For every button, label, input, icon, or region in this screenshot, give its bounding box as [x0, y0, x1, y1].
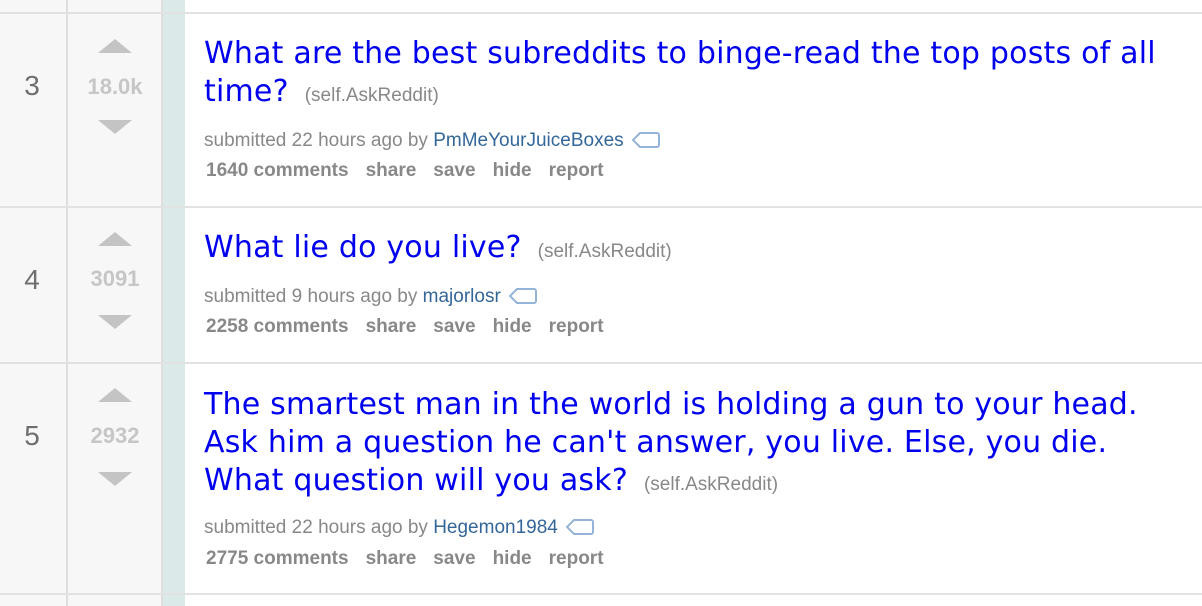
share-button[interactable]: share [366, 160, 417, 181]
post-rank: 5 [24, 420, 40, 451]
submitted-text: submitted 22 hours ago by [204, 130, 428, 151]
hide-button[interactable]: hide [493, 160, 532, 181]
user-tag-icon[interactable] [508, 288, 537, 310]
post-tagline: submitted 22 hours ago by Hegemon1984 [204, 517, 594, 541]
post-rank: 4 [24, 264, 40, 295]
post-separator [0, 206, 1202, 208]
post-tagline: submitted 9 hours ago by majorlosr [204, 286, 537, 310]
report-button[interactable]: report [549, 160, 604, 181]
post-domain[interactable]: (self.AskReddit) [644, 474, 778, 495]
comments-link[interactable]: 2258 comments [206, 316, 349, 337]
submitted-text: submitted 22 hours ago by [204, 517, 428, 538]
comments-link[interactable]: 2775 comments [206, 548, 349, 569]
post-domain[interactable]: (self.AskReddit) [538, 241, 672, 262]
post-title-block: The smartest man in the world is holding… [204, 386, 1144, 504]
post-highlight-stripe [163, 0, 185, 606]
author-link[interactable]: Hegemon1984 [433, 517, 558, 538]
post-actions: 1640 comments share save hide report [206, 160, 621, 182]
submitted-text: submitted 9 hours ago by [204, 286, 418, 307]
downvote-arrow-icon[interactable] [98, 120, 132, 134]
post-score: 2932 [90, 423, 140, 448]
post-actions: 2258 comments share save hide report [206, 316, 621, 338]
post-separator [0, 362, 1202, 364]
post-separator [0, 12, 1202, 14]
report-button[interactable]: report [549, 548, 604, 569]
post-actions: 2775 comments share save hide report [206, 548, 621, 570]
hide-button[interactable]: hide [493, 316, 532, 337]
share-button[interactable]: share [366, 548, 417, 569]
share-button[interactable]: share [366, 316, 417, 337]
hide-button[interactable]: hide [493, 548, 532, 569]
post-title-block: What lie do you live? (self.AskReddit) [204, 229, 1184, 271]
upvote-arrow-icon[interactable] [98, 39, 132, 53]
downvote-arrow-icon[interactable] [98, 472, 132, 486]
upvote-arrow-icon[interactable] [98, 232, 132, 246]
report-button[interactable]: report [549, 316, 604, 337]
author-link[interactable]: PmMeYourJuiceBoxes [433, 130, 623, 151]
post-title-block: What are the best subreddits to binge-re… [204, 35, 1184, 115]
upvote-arrow-icon[interactable] [98, 388, 132, 402]
post-domain[interactable]: (self.AskReddit) [305, 85, 439, 106]
author-link[interactable]: majorlosr [423, 286, 501, 307]
save-button[interactable]: save [433, 316, 475, 337]
user-tag-icon[interactable] [631, 132, 660, 154]
post-score: 18.0k [87, 74, 143, 99]
post-score: 3091 [90, 266, 140, 291]
save-button[interactable]: save [433, 160, 475, 181]
post-rank: 3 [24, 70, 40, 101]
comments-link[interactable]: 1640 comments [206, 160, 349, 181]
save-button[interactable]: save [433, 548, 475, 569]
post-separator [0, 593, 1202, 595]
user-tag-icon[interactable] [565, 519, 594, 541]
post-title-link[interactable]: What lie do you live? [204, 230, 522, 265]
post-tagline: submitted 22 hours ago by PmMeYourJuiceB… [204, 130, 660, 154]
downvote-arrow-icon[interactable] [98, 315, 132, 329]
